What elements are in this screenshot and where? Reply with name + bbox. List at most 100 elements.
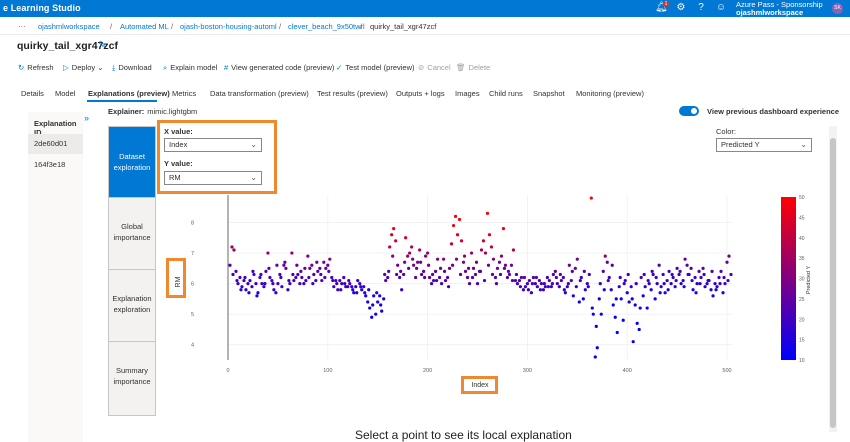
data-point[interactable] <box>324 266 328 270</box>
account-info[interactable]: Azure Pass - Sponsorship ojashmlworkspac… <box>736 1 823 17</box>
data-point[interactable] <box>395 272 399 277</box>
data-point[interactable] <box>619 297 623 301</box>
data-point[interactable] <box>418 248 422 252</box>
data-point[interactable] <box>391 254 395 258</box>
data-point[interactable] <box>330 275 334 280</box>
data-point[interactable] <box>651 272 655 277</box>
data-point[interactable] <box>267 266 271 270</box>
data-point[interactable] <box>601 269 605 273</box>
data-point[interactable] <box>615 330 619 335</box>
data-point[interactable] <box>268 275 272 280</box>
data-point[interactable] <box>332 285 336 289</box>
delete-button[interactable]: 🗑︎ Delete <box>456 63 490 72</box>
data-point[interactable] <box>495 266 500 270</box>
data-point[interactable] <box>638 306 642 310</box>
data-point[interactable] <box>579 275 583 280</box>
data-point[interactable] <box>718 282 722 286</box>
data-point[interactable] <box>299 269 303 273</box>
data-point[interactable] <box>589 196 593 200</box>
data-point[interactable] <box>252 272 256 277</box>
data-point[interactable] <box>467 282 472 286</box>
data-point[interactable] <box>501 227 506 231</box>
data-point[interactable] <box>543 285 547 289</box>
explanation-id-item[interactable]: 2de60d01 <box>28 134 83 154</box>
data-point[interactable] <box>681 278 685 283</box>
data-point[interactable] <box>256 291 260 295</box>
data-point[interactable] <box>523 285 528 289</box>
data-point[interactable] <box>647 282 651 286</box>
data-point[interactable] <box>347 278 351 283</box>
data-point[interactable] <box>630 297 634 301</box>
test-model-button[interactable]: ✓ Test model (preview) <box>336 63 415 72</box>
data-point[interactable] <box>494 282 499 286</box>
data-point[interactable] <box>433 269 438 273</box>
data-point[interactable] <box>262 285 266 289</box>
data-point[interactable] <box>288 282 292 286</box>
data-point[interactable] <box>694 291 698 295</box>
data-point[interactable] <box>702 272 706 277</box>
side-tab-summary-importance[interactable]: Summary importance <box>109 341 155 417</box>
data-point[interactable] <box>388 245 392 249</box>
data-point[interactable] <box>326 263 330 267</box>
data-point[interactable] <box>706 278 710 283</box>
data-point[interactable] <box>274 291 278 295</box>
data-point[interactable] <box>470 275 475 280</box>
data-point[interactable] <box>654 275 658 280</box>
data-point[interactable] <box>360 288 364 292</box>
data-point[interactable] <box>678 269 682 273</box>
data-point[interactable] <box>657 263 661 267</box>
data-point[interactable] <box>283 260 287 264</box>
data-point[interactable] <box>634 282 638 286</box>
data-point[interactable] <box>247 291 251 295</box>
data-point[interactable] <box>323 275 327 280</box>
data-point[interactable] <box>578 278 582 283</box>
data-point[interactable] <box>458 272 463 277</box>
data-point[interactable] <box>463 269 468 273</box>
data-point[interactable] <box>422 269 426 273</box>
data-point[interactable] <box>590 306 594 310</box>
data-point[interactable] <box>547 278 551 283</box>
data-point[interactable] <box>356 278 360 283</box>
data-point[interactable] <box>633 303 637 307</box>
data-point[interactable] <box>368 306 372 310</box>
data-point[interactable] <box>275 263 279 267</box>
data-point[interactable] <box>618 275 622 280</box>
data-point[interactable] <box>562 288 566 292</box>
data-point[interactable] <box>714 288 718 292</box>
data-point[interactable] <box>509 263 514 267</box>
data-point[interactable] <box>312 272 316 277</box>
data-point[interactable] <box>673 285 677 289</box>
data-point[interactable] <box>270 278 274 283</box>
data-point[interactable] <box>583 288 587 292</box>
data-point[interactable] <box>705 282 709 286</box>
data-point[interactable] <box>379 303 383 307</box>
data-point[interactable] <box>605 260 609 264</box>
previous-dashboard-toggle[interactable] <box>679 106 699 116</box>
data-point[interactable] <box>715 285 719 289</box>
data-point[interactable] <box>482 278 487 283</box>
data-point[interactable] <box>726 278 730 283</box>
data-point[interactable] <box>315 260 319 264</box>
data-point[interactable] <box>231 272 235 277</box>
data-point[interactable] <box>698 282 702 286</box>
data-point[interactable] <box>621 318 625 322</box>
deploy-button[interactable]: ▷ Deploy ⌄ <box>63 63 104 72</box>
data-point[interactable] <box>518 285 523 289</box>
data-point[interactable] <box>645 306 649 310</box>
data-point[interactable] <box>534 275 538 280</box>
data-point[interactable] <box>557 285 561 289</box>
data-point[interactable] <box>582 269 586 273</box>
data-point[interactable] <box>366 300 370 304</box>
breadcrumb-automl[interactable]: Automated ML <box>120 22 169 31</box>
data-point[interactable] <box>246 282 250 286</box>
data-point[interactable] <box>521 288 526 292</box>
data-point[interactable] <box>402 272 406 277</box>
data-point[interactable] <box>713 282 717 286</box>
data-point[interactable] <box>302 282 306 286</box>
data-point[interactable] <box>371 303 375 307</box>
data-point[interactable] <box>376 300 380 304</box>
data-point[interactable] <box>530 282 534 286</box>
data-point[interactable] <box>331 278 335 283</box>
data-point[interactable] <box>400 288 404 292</box>
data-point[interactable] <box>259 272 263 277</box>
